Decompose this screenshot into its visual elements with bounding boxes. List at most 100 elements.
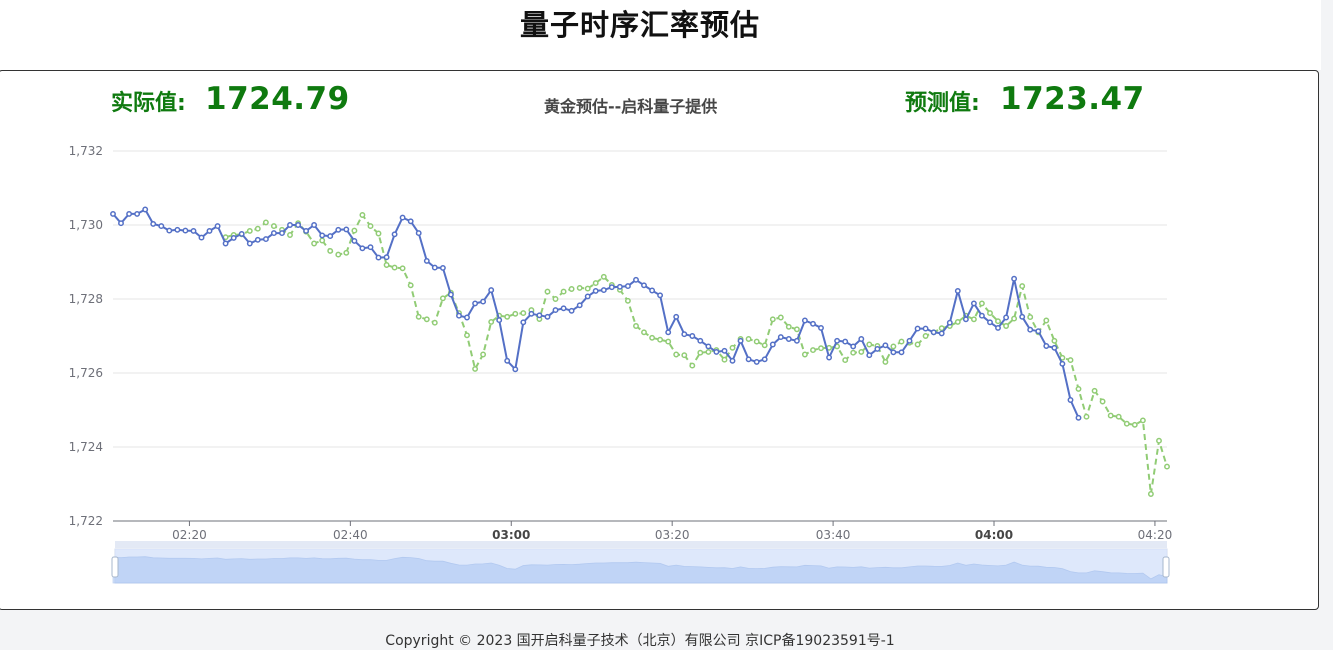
- data-point-predicted: [978, 300, 985, 307]
- data-point-predicted: [415, 313, 422, 320]
- data-point-actual: [689, 333, 696, 339]
- data-point-actual: [270, 230, 277, 237]
- data-point-actual: [753, 358, 760, 365]
- data-point-predicted: [439, 295, 446, 302]
- datazoom-handle-left[interactable]: [111, 556, 119, 578]
- data-point-predicted: [842, 357, 849, 364]
- data-point-actual: [785, 336, 792, 342]
- data-point-actual: [673, 313, 680, 320]
- data-point-actual: [777, 334, 784, 341]
- data-point-actual: [190, 227, 197, 234]
- data-point-predicted: [866, 341, 873, 348]
- data-point-predicted: [552, 296, 559, 302]
- data-point-actual: [1051, 344, 1058, 351]
- data-point-actual: [874, 345, 881, 352]
- data-point-actual: [608, 284, 615, 291]
- data-point-actual: [118, 220, 124, 227]
- data-point-predicted: [987, 310, 993, 317]
- data-point-predicted: [262, 219, 269, 226]
- data-point-actual: [391, 231, 398, 238]
- data-point-actual: [1075, 414, 1082, 421]
- data-point-predicted: [327, 247, 334, 254]
- data-point-predicted: [858, 348, 865, 355]
- data-point-actual: [987, 319, 993, 326]
- datazoom-handle-right[interactable]: [1162, 556, 1170, 578]
- data-point-predicted: [407, 282, 414, 289]
- data-point-predicted: [343, 249, 350, 256]
- data-point-actual: [1035, 328, 1042, 335]
- data-point-actual: [1027, 326, 1034, 333]
- data-point-predicted: [464, 332, 470, 339]
- data-point-predicted: [673, 351, 680, 358]
- y-tick-label: 1,726: [69, 366, 103, 380]
- data-point-actual: [520, 319, 527, 326]
- data-point-predicted: [1027, 314, 1034, 321]
- data-point-actual: [480, 298, 487, 305]
- data-point-actual: [624, 283, 631, 290]
- x-tick-label: 04:20: [1138, 528, 1173, 542]
- data-point-actual: [375, 254, 382, 261]
- data-point-actual: [439, 264, 446, 271]
- data-point-actual: [954, 287, 961, 294]
- data-point-predicted: [480, 351, 487, 358]
- data-point-actual: [930, 329, 937, 336]
- data-point-actual: [158, 223, 165, 230]
- data-point-predicted: [335, 251, 342, 258]
- data-point-actual: [705, 343, 712, 350]
- data-point-actual: [1059, 360, 1066, 367]
- datazoom-drag-bar[interactable]: [115, 541, 1167, 548]
- data-point-actual: [665, 329, 672, 336]
- data-point-actual: [230, 234, 237, 241]
- data-point-actual: [472, 300, 479, 307]
- data-point-actual: [890, 349, 897, 356]
- data-point-actual: [882, 342, 889, 349]
- data-point-actual: [568, 307, 575, 314]
- data-point-predicted: [922, 333, 929, 339]
- x-tick-label: 04:00: [975, 528, 1013, 542]
- x-tick-label: 02:20: [172, 528, 207, 542]
- data-point-actual: [721, 347, 728, 354]
- data-point-predicted: [801, 351, 808, 358]
- data-point-actual: [351, 237, 358, 244]
- data-point-predicted: [689, 362, 696, 369]
- data-point-predicted: [914, 341, 921, 348]
- data-point-predicted: [359, 212, 366, 218]
- data-point-actual: [793, 337, 800, 344]
- data-point-actual: [1043, 343, 1050, 349]
- data-point-predicted: [898, 338, 905, 345]
- data-point-actual: [810, 320, 816, 327]
- data-point-predicted: [1051, 337, 1058, 344]
- data-point-actual: [866, 352, 873, 359]
- data-point-predicted: [383, 262, 390, 268]
- data-point-actual: [206, 227, 213, 234]
- data-point-predicted: [777, 314, 784, 321]
- data-point-actual: [536, 312, 543, 319]
- data-point-predicted: [633, 323, 639, 329]
- data-point-predicted: [1091, 387, 1098, 394]
- data-point-actual: [1011, 275, 1018, 282]
- data-point-predicted: [761, 342, 768, 349]
- data-point-actual: [407, 218, 414, 225]
- data-point-predicted: [729, 344, 736, 351]
- data-point-predicted: [254, 225, 261, 232]
- data-point-predicted: [745, 336, 752, 342]
- y-tick-label: 1,732: [69, 144, 103, 158]
- page-scrollbar[interactable]: [1321, 0, 1333, 639]
- data-point-predicted: [270, 223, 277, 230]
- data-point-actual: [504, 357, 511, 364]
- data-point-actual: [801, 317, 808, 324]
- data-point-actual: [415, 230, 422, 237]
- data-point-actual: [287, 222, 293, 228]
- data-point-actual: [303, 227, 310, 234]
- data-point-actual: [826, 354, 833, 361]
- data-point-actual: [222, 240, 229, 247]
- series-line-predicted: [225, 214, 1168, 495]
- data-point-predicted: [592, 280, 599, 287]
- data-point-actual: [858, 336, 865, 342]
- data-point-predicted: [793, 326, 800, 333]
- data-point-predicted: [1156, 437, 1162, 444]
- data-point-actual: [512, 366, 519, 373]
- data-point-predicted: [850, 349, 857, 356]
- data-point-predicted: [721, 356, 728, 363]
- data-point-predicted: [641, 329, 647, 336]
